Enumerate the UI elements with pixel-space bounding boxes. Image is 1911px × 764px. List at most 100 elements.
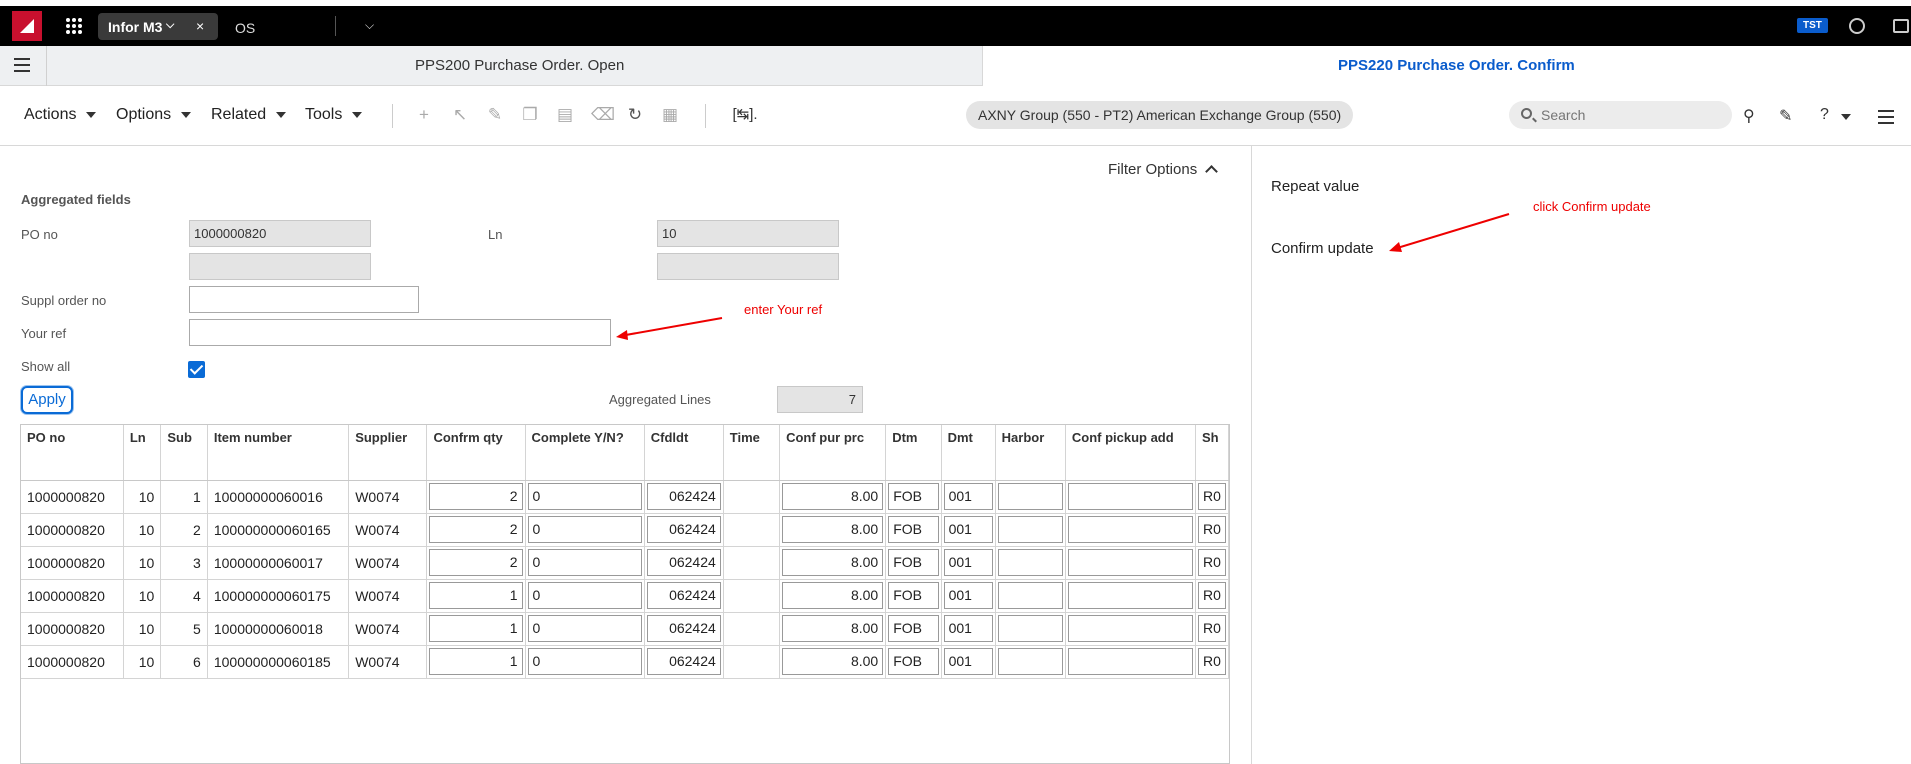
cell-conf-pickup-add-input[interactable] [1067,516,1193,543]
cell-sh-input[interactable]: R0 [1198,582,1226,609]
show-all-checkbox[interactable] [188,361,205,378]
cell-complete-input[interactable]: 0 [527,615,642,642]
table-row[interactable]: 1000000820 10 5 10000000060018 W0074 1 0 062424… [21,612,1229,646]
cell-confrm-qty-input[interactable]: 1 [429,648,523,675]
table-row[interactable]: 1000000820 10 4 100000000060175 W0074 1 0 06242… [21,579,1229,613]
cell-confrm-qty-input[interactable]: 1 [429,582,523,609]
cell-confrm-qty-input[interactable]: 2 [429,516,523,543]
cell-harbor-input[interactable] [997,582,1063,609]
cell-conf-pickup-add-input[interactable] [1067,483,1193,510]
col-header-supplier[interactable]: Supplier [348,425,428,481]
col-header-harbor[interactable]: Harbor [995,425,1066,481]
your-ref-input[interactable] [189,319,611,346]
col-header-dtm[interactable]: Dtm [885,425,942,481]
col-header-time[interactable]: Time [723,425,781,481]
cell-conf-pickup-add-input[interactable] [1067,549,1193,576]
tab-os[interactable]: OS [235,20,255,36]
cell-sh-input[interactable]: R0 [1198,615,1226,642]
table-row[interactable]: 1000000820 10 1 10000000060016 W0074 2 0 062424… [21,480,1229,514]
cell-conf-pickup-add-input[interactable] [1067,615,1193,642]
cell-harbor-input[interactable] [997,549,1063,576]
cell-conf-pur-prc-input[interactable]: 8.00 [782,648,884,675]
table-row[interactable]: 1000000820 10 3 10000000060017 W0074 2 0 062424… [21,546,1229,580]
col-header-sh[interactable]: Sh [1195,425,1229,481]
side-panel-icon[interactable] [1893,19,1909,33]
cell-conf-pickup-add-input[interactable] [1067,648,1193,675]
company-division-pill[interactable]: AXNY Group (550 - PT2) American Exchange… [966,101,1354,129]
tab-infor-m3[interactable]: Infor M3 ⌵ × [98,13,218,40]
cell-sh-input[interactable]: R0 [1198,483,1226,510]
cell-sh-input[interactable]: R0 [1198,516,1226,543]
confirm-update-link[interactable]: Confirm update [1271,240,1374,257]
cell-dtm-input[interactable]: FOB [888,516,939,543]
cell-sh-input[interactable]: R0 [1198,648,1226,675]
cell-conf-pur-prc-input[interactable]: 8.00 [782,483,884,510]
menu-options[interactable]: Options [116,106,192,124]
col-header-conf-pickup-add[interactable]: Conf pickup add [1065,425,1197,481]
table-row[interactable]: 1000000820 10 2 100000000060165 W0074 2 0 06242… [21,513,1229,547]
cell-complete-input[interactable]: 0 [527,582,642,609]
cell-complete-input[interactable]: 0 [527,483,642,510]
cell-confrm-qty-input[interactable]: 1 [429,615,523,642]
more-menu-icon[interactable] [1878,110,1894,128]
cell-dmt-input[interactable]: 001 [943,615,993,642]
right-panel-tab[interactable]: PPS220 Purchase Order. Confirm [982,46,1911,86]
cell-conf-pur-prc-input[interactable]: 8.00 [782,582,884,609]
col-header-sub[interactable]: Sub [160,425,208,481]
cell-cfdldt-input[interactable]: 062424 [646,582,721,609]
add-icon[interactable]: + [415,106,433,124]
close-tab-icon[interactable]: × [196,18,204,34]
cell-cfdldt-input[interactable]: 062424 [646,549,721,576]
cell-conf-pur-prc-input[interactable]: 8.00 [782,549,884,576]
col-header-conf-pur-prc[interactable]: Conf pur prc [779,425,887,481]
cell-conf-pur-prc-input[interactable]: 8.00 [782,615,884,642]
cell-cfdldt-input[interactable]: 062424 [646,483,721,510]
cell-dtm-input[interactable]: FOB [888,483,939,510]
cell-dmt-input[interactable]: 001 [943,483,993,510]
cell-harbor-input[interactable] [997,516,1063,543]
col-header-complete[interactable]: Complete Y/N? [525,425,645,481]
filter-options-toggle[interactable]: Filter Options [1108,161,1219,178]
cell-conf-pickup-add-input[interactable] [1067,582,1193,609]
cell-dmt-input[interactable]: 001 [943,516,993,543]
suppl-order-no-input[interactable] [189,286,419,313]
cell-sh-input[interactable]: R0 [1198,549,1226,576]
tabs-more-chevron-icon[interactable]: ⌵ [365,18,374,33]
cell-harbor-input[interactable] [997,648,1063,675]
col-header-confrm-qty[interactable]: Confrm qty [426,425,526,481]
export-icon[interactable]: [↹]. [727,106,763,124]
help-caret-icon[interactable] [1841,114,1851,120]
select-pointer-icon[interactable]: ↖ [451,106,469,124]
apply-button[interactable]: Apply [21,386,73,414]
cell-dmt-input[interactable]: 001 [943,549,993,576]
cell-dmt-input[interactable]: 001 [943,648,993,675]
cell-harbor-input[interactable] [997,483,1063,510]
col-header-dmt[interactable]: Dmt [941,425,996,481]
cell-dmt-input[interactable]: 001 [943,582,993,609]
app-grid-icon[interactable] [66,18,82,34]
menu-tools[interactable]: Tools [305,106,363,124]
copy-icon[interactable]: ❐ [521,106,539,124]
cell-cfdldt-input[interactable]: 062424 [646,615,721,642]
menu-actions[interactable]: Actions [24,106,97,124]
search-input[interactable] [1541,105,1721,125]
help-icon[interactable]: ? [1820,106,1829,124]
cell-conf-pur-prc-input[interactable]: 8.00 [782,516,884,543]
cell-dtm-input[interactable]: FOB [888,615,939,642]
left-panel-title[interactable]: PPS200 Purchase Order. Open [415,57,624,74]
infor-logo-icon[interactable] [12,11,42,41]
cell-cfdldt-input[interactable]: 062424 [646,648,721,675]
menu-related[interactable]: Related [211,106,287,124]
col-header-ln[interactable]: Ln [123,425,162,481]
cell-complete-input[interactable]: 0 [527,549,642,576]
cell-complete-input[interactable]: 0 [527,648,642,675]
repeat-value-link[interactable]: Repeat value [1271,178,1359,195]
cell-complete-input[interactable]: 0 [527,516,642,543]
display-icon[interactable]: ▤ [556,106,574,124]
refresh-icon[interactable]: ↻ [626,106,644,124]
hamburger-menu-icon[interactable] [14,58,30,76]
col-header-cfdldt[interactable]: Cfdldt [644,425,724,481]
user-profile-icon[interactable] [1849,18,1865,34]
delete-icon[interactable]: ⌫ [591,106,615,124]
cell-confrm-qty-input[interactable]: 2 [429,483,523,510]
